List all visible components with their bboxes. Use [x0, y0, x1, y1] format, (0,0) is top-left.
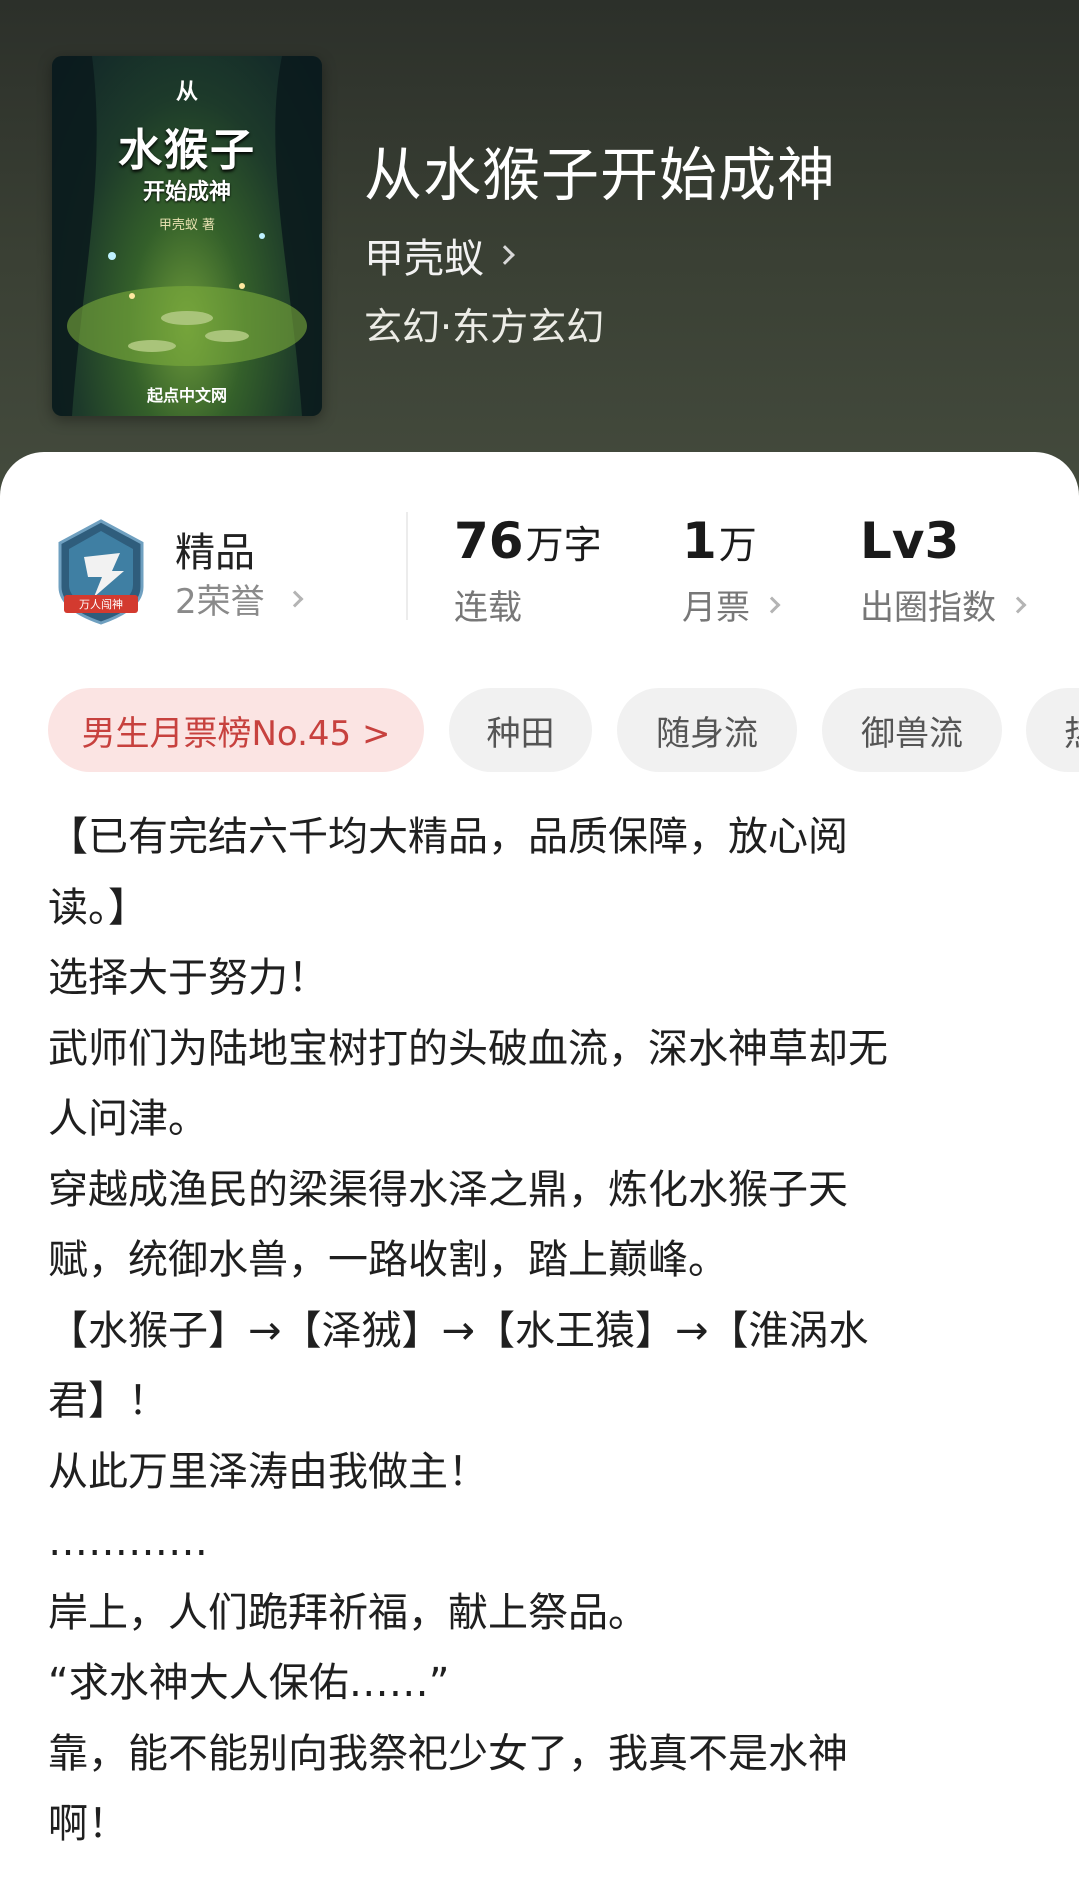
- tag-farming[interactable]: 种田: [449, 688, 592, 772]
- book-description: 【已有完结六千均大精品，品质保障，放心阅 读。】 选择大于努力！ 武师们为陆地宝…: [48, 802, 1008, 1860]
- description-line: 君】！: [48, 1378, 168, 1424]
- book-title: 从水猴子开始成神: [364, 141, 837, 209]
- book-genre[interactable]: 玄幻·东方玄幻: [364, 296, 604, 351]
- author-link[interactable]: 甲壳蚁: [364, 226, 515, 284]
- honor-count-link[interactable]: 2荣誉: [175, 574, 304, 623]
- honor-badge-text: 万人闯神: [79, 597, 123, 611]
- monthly-ticket-stat[interactable]: 1万 月票: [682, 512, 781, 629]
- popularity-index-label: 出圈指数: [860, 588, 996, 628]
- description-line: 啊！: [48, 1801, 128, 1847]
- popularity-level: Lv3: [860, 512, 960, 570]
- description-line: 人问津。: [48, 1096, 208, 1142]
- honor-count: 2荣誉: [175, 582, 265, 622]
- book-cover[interactable]: 从 水猴子 开始成神 甲壳蚁 著 起点中文网: [52, 56, 322, 416]
- description-line: 靠，能不能别向我祭祀少女了，我真不是水神: [48, 1730, 848, 1777]
- tag-partial[interactable]: 热: [1026, 688, 1079, 772]
- cover-author: 甲壳蚁 著: [158, 218, 216, 233]
- monthly-ticket-label: 月票: [682, 588, 750, 628]
- chevron-right-icon: [1009, 596, 1027, 613]
- chevron-right-icon: [286, 590, 304, 607]
- chevron-right-icon: [495, 245, 515, 265]
- tag-list: 男生月票榜No.45 > 种田 随身流 御兽流 热: [48, 688, 1079, 772]
- description-line: 武师们为陆地宝树打的头破血流，深水神草却无: [48, 1025, 888, 1072]
- description-line: 岸上，人们跪拜祈福，献上祭品。: [48, 1589, 648, 1636]
- tag-beast-taming[interactable]: 御兽流: [822, 688, 1002, 772]
- cover-publisher: 起点中文网: [146, 386, 227, 405]
- author-name: 甲壳蚁: [364, 236, 484, 282]
- monthly-ticket-value: 1: [682, 512, 717, 570]
- cover-art: [52, 56, 322, 416]
- description-line: 从此万里泽涛由我做主！: [48, 1448, 488, 1495]
- popularity-index-stat[interactable]: Lv3 出圈指数: [860, 512, 1027, 629]
- word-count-value: 76: [454, 512, 524, 570]
- description-line: 【水猴子】→【泽狨】→【水王猿】→【淮涡水: [48, 1307, 869, 1354]
- description-line: 赋，统御水兽，一路收割，踏上巅峰。: [48, 1237, 728, 1283]
- description-line: “求水神大人保佑……”: [48, 1660, 450, 1706]
- chevron-right-icon: [763, 596, 781, 613]
- serial-status: 连载: [454, 588, 522, 628]
- cover-main-title: 水猴子: [118, 125, 256, 176]
- honor-badge-icon[interactable]: 万人闯神: [54, 517, 148, 627]
- word-count-stat: 76 万字 连载: [454, 512, 602, 629]
- book-detail-card: 万人闯神 精品 2荣誉 76 万字 连载 1万 月票 Lv3 出圈指数 男生月票榜…: [0, 452, 1079, 1886]
- description-line: 穿越成渔民的梁渠得水泽之鼎，炼化水猴子天: [48, 1166, 848, 1213]
- stats-divider: [406, 512, 408, 620]
- description-line: 读。】: [48, 884, 148, 931]
- word-count-unit: 万字: [525, 523, 602, 567]
- honor-title: 精品: [175, 530, 255, 576]
- description-line: 选择大于努力！: [48, 955, 328, 1001]
- monthly-ticket-unit: 万: [718, 523, 757, 567]
- tag-rank[interactable]: 男生月票榜No.45 >: [48, 688, 424, 772]
- tag-portable[interactable]: 随身流: [617, 688, 797, 772]
- description-line: 【已有完结六千均大精品，品质保障，放心阅: [48, 814, 848, 860]
- stats-row: 万人闯神 精品 2荣誉 76 万字 连载 1万 月票 Lv3 出圈指数: [0, 452, 1079, 628]
- cover-from-text: 从: [175, 80, 198, 105]
- description-line: …………: [48, 1519, 208, 1565]
- cover-subtitle: 开始成神: [142, 180, 231, 205]
